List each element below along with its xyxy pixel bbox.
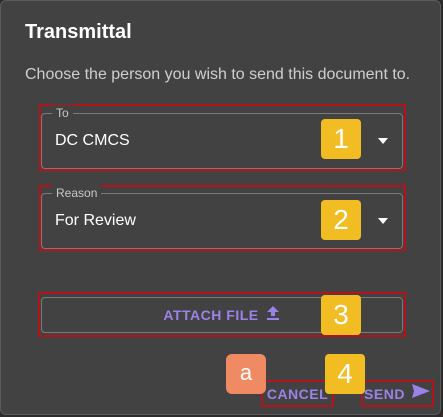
send-icon xyxy=(411,383,431,404)
chevron-down-icon[interactable] xyxy=(378,138,388,144)
cancel-button[interactable]: CANCEL xyxy=(263,382,332,405)
dialog-title: Transmittal xyxy=(25,21,132,43)
reason-label: Reason xyxy=(52,185,102,201)
annotation-badge-2: 2 xyxy=(321,200,361,240)
to-label: To xyxy=(52,105,73,121)
annotation-badge-4: 4 xyxy=(325,354,365,394)
dialog-subtitle: Choose the person you wish to send this … xyxy=(25,66,411,83)
annotation-badge-3: 3 xyxy=(321,295,361,335)
to-value: DC CMCS xyxy=(55,132,130,149)
annotation-badge-a: a xyxy=(226,354,266,394)
attach-file-label: ATTACH FILE xyxy=(163,307,259,323)
send-label: SEND xyxy=(364,385,405,402)
chevron-down-icon[interactable] xyxy=(378,218,388,224)
annotation-badge-1: 1 xyxy=(321,119,361,159)
send-button[interactable]: SEND xyxy=(363,382,432,405)
transmittal-dialog: Transmittal Choose the person you wish t… xyxy=(0,0,441,415)
reason-value: For Review xyxy=(55,212,136,229)
cancel-label: CANCEL xyxy=(266,385,329,402)
upload-icon xyxy=(265,305,281,326)
